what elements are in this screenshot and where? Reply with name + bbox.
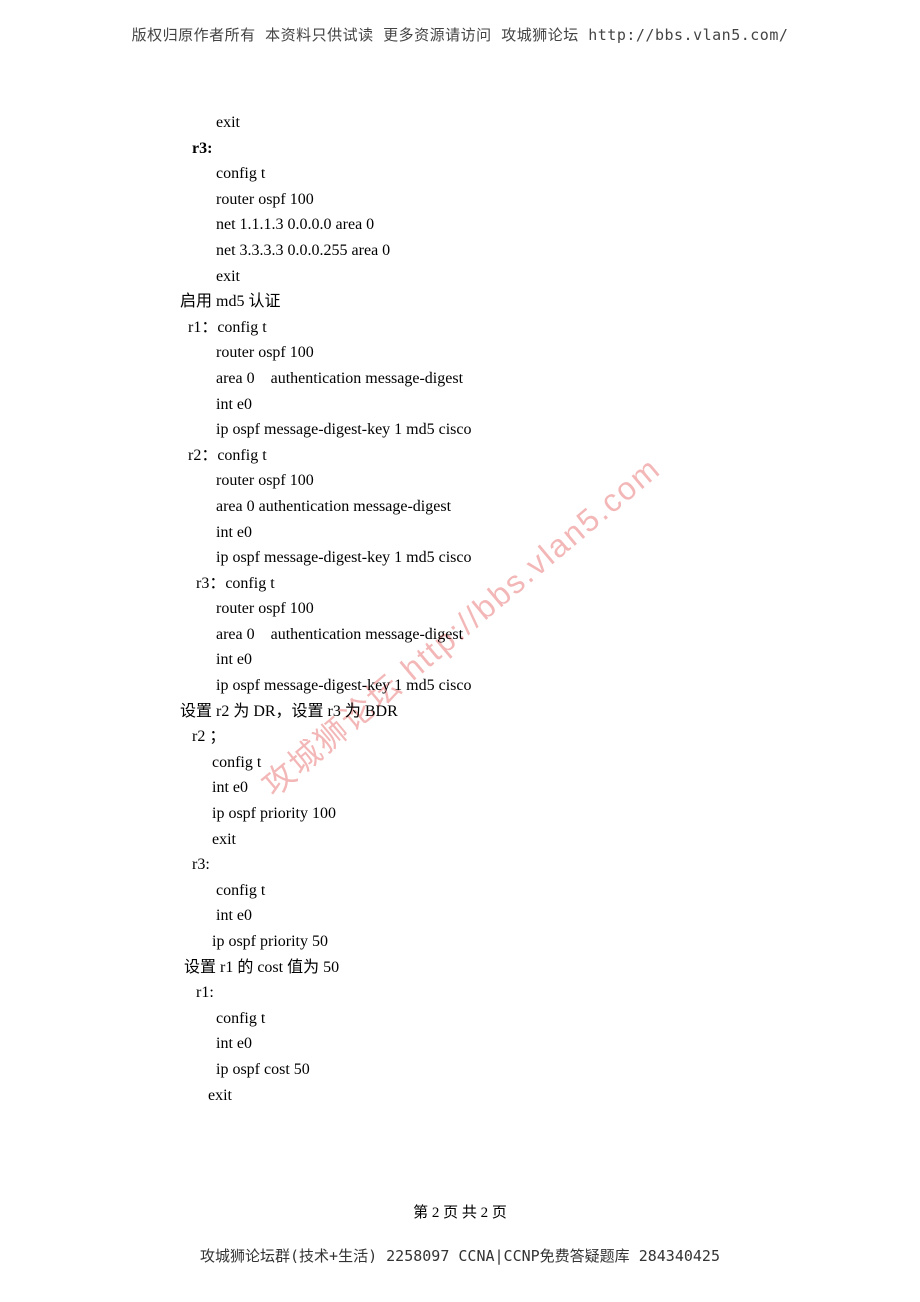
code-line: exit [180, 827, 820, 853]
code-line: exit [180, 1083, 820, 1109]
code-line: router ospf 100 [180, 596, 820, 622]
label-r2: r2 ； [180, 724, 820, 750]
code-line: config t [180, 750, 820, 776]
code-line: config t [180, 878, 820, 904]
code-line: int e0 [180, 392, 820, 418]
code-line: area 0 authentication message-digest [180, 622, 820, 648]
section-cost: 设置 r1 的 cost 值为 50 [180, 955, 820, 981]
code-line: ip ospf message-digest-key 1 md5 cisco [180, 417, 820, 443]
code-line: config t [180, 1006, 820, 1032]
label-r3: r3：config t [180, 571, 820, 597]
code-line: int e0 [180, 520, 820, 546]
code-line: net 1.1.1.3 0.0.0.0 area 0 [180, 212, 820, 238]
code-line: area 0 authentication message-digest [180, 494, 820, 520]
code-line: config t [180, 161, 820, 187]
page-header: 版权归原作者所有 本资料只供试读 更多资源请访问 攻城狮论坛 http://bb… [0, 0, 920, 45]
code-line: int e0 [180, 775, 820, 801]
code-line: ip ospf priority 50 [180, 929, 820, 955]
label-r3: r3: [180, 852, 820, 878]
code-line: int e0 [180, 647, 820, 673]
code-line: exit [180, 264, 820, 290]
code-line: ip ospf cost 50 [180, 1057, 820, 1083]
code-line: int e0 [180, 903, 820, 929]
label-r3: r3: [180, 136, 820, 162]
label-r2: r2：config t [180, 443, 820, 469]
code-line: ip ospf priority 100 [180, 801, 820, 827]
page-footer: 攻城狮论坛群(技术+生活) 2258097 CCNA|CCNP免费答疑题库 28… [0, 1245, 920, 1266]
document-body: exit r3: config t router ospf 100 net 1.… [180, 110, 820, 1108]
code-line: exit [180, 110, 820, 136]
code-line: ip ospf message-digest-key 1 md5 cisco [180, 673, 820, 699]
code-line: router ospf 100 [180, 468, 820, 494]
code-line: router ospf 100 [180, 340, 820, 366]
label-r1: r1: [180, 980, 820, 1006]
label-r1: r1：config t [180, 315, 820, 341]
section-dr-bdr: 设置 r2 为 DR，设置 r3 为 BDR [180, 699, 820, 725]
page-number: 第 2 页 共 2 页 [0, 1201, 920, 1222]
code-line: router ospf 100 [180, 187, 820, 213]
code-line: area 0 authentication message-digest [180, 366, 820, 392]
code-line: ip ospf message-digest-key 1 md5 cisco [180, 545, 820, 571]
code-line: net 3.3.3.3 0.0.0.255 area 0 [180, 238, 820, 264]
section-md5: 启用 md5 认证 [180, 289, 820, 315]
code-line: int e0 [180, 1031, 820, 1057]
